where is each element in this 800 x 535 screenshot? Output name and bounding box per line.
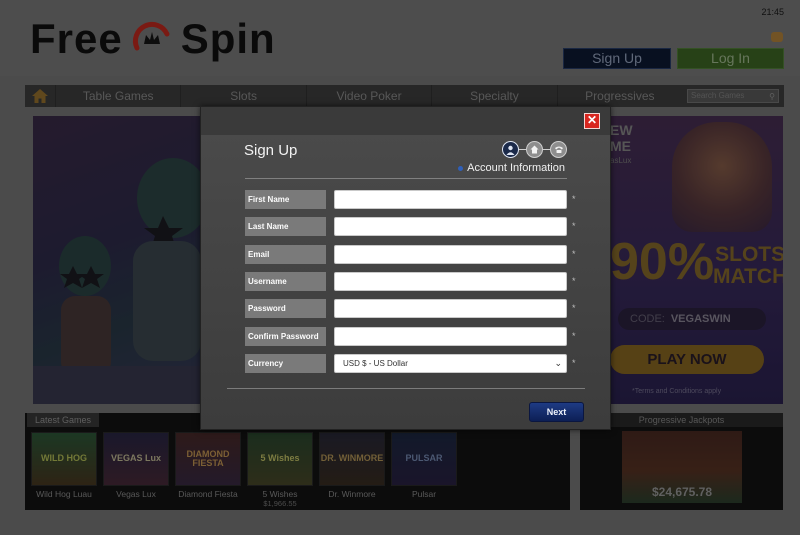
- field-label: Currency: [245, 354, 326, 373]
- form-row-first-name: First Name *: [245, 190, 585, 209]
- step-caption-text: Account Information: [467, 162, 565, 174]
- username-input[interactable]: [334, 272, 567, 291]
- step-caption: Account Information: [458, 162, 565, 174]
- divider: [227, 388, 585, 389]
- field-label: Last Name: [245, 217, 326, 236]
- signup-modal: ✕ Sign Up Account Information First Name…: [200, 106, 611, 430]
- form-row-last-name: Last Name *: [245, 217, 585, 236]
- required-mark: *: [572, 249, 576, 259]
- confirm-password-input[interactable]: [334, 327, 567, 346]
- step-connector: [543, 149, 550, 150]
- form-row-currency: Currency USD $ - US Dollar ⌄ *: [245, 354, 585, 373]
- next-button[interactable]: Next: [529, 402, 584, 422]
- currency-select[interactable]: USD $ - US Dollar ⌄: [334, 354, 567, 373]
- modal-topbar: [201, 107, 610, 135]
- field-label: Password: [245, 299, 326, 318]
- chevron-down-icon: ⌄: [554, 358, 562, 368]
- form-row-confirm-password: Confirm Password *: [245, 327, 585, 346]
- field-label: First Name: [245, 190, 326, 209]
- email-input[interactable]: [334, 245, 567, 264]
- home-step-icon: [526, 141, 543, 158]
- required-mark: *: [572, 194, 576, 204]
- first-name-input[interactable]: [334, 190, 567, 209]
- required-mark: *: [572, 331, 576, 341]
- required-mark: *: [572, 303, 576, 313]
- field-label: Username: [245, 272, 326, 291]
- required-mark: *: [572, 276, 576, 286]
- password-input[interactable]: [334, 299, 567, 318]
- last-name-input[interactable]: [334, 217, 567, 236]
- close-icon[interactable]: ✕: [584, 113, 600, 129]
- step-connector: [519, 149, 526, 150]
- phone-step-icon: [550, 141, 567, 158]
- required-mark: *: [572, 221, 576, 231]
- form-row-username: Username *: [245, 272, 585, 291]
- currency-selected-value: USD $ - US Dollar: [343, 359, 408, 368]
- step-dot-icon: [458, 165, 464, 171]
- user-step-icon: [502, 141, 519, 158]
- field-label: Email: [245, 245, 326, 264]
- modal-title: Sign Up: [244, 142, 298, 159]
- field-label: Confirm Password: [245, 327, 326, 346]
- divider: [245, 178, 567, 179]
- required-mark: *: [572, 358, 576, 368]
- step-indicator: [502, 141, 567, 158]
- form-row-email: Email *: [245, 245, 585, 264]
- form-row-password: Password *: [245, 299, 585, 318]
